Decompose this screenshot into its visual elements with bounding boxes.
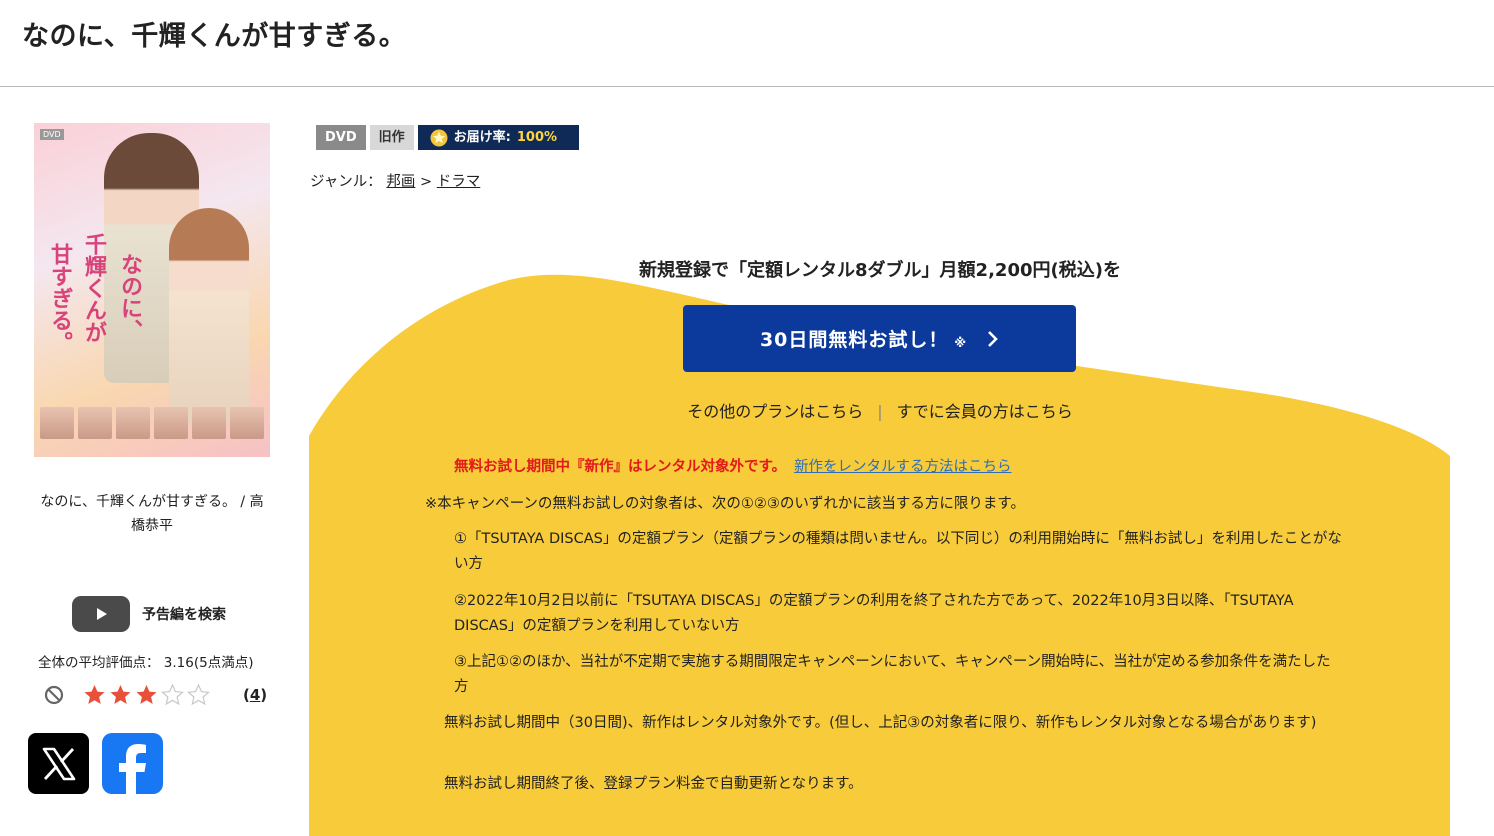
review-count-link[interactable]: (4) bbox=[243, 686, 267, 704]
facebook-logo-icon bbox=[118, 744, 146, 794]
trailer-search-label: 予告編を検索 bbox=[142, 607, 226, 623]
rating-row: (4) bbox=[44, 683, 267, 707]
cover-title-line2: 千輝くんが bbox=[81, 233, 107, 343]
condition-item: ②2022年10月2日以前に「TSUTAYA DISCAS」の定額プランの利用を… bbox=[454, 593, 1294, 634]
dvd-cover-image[interactable]: DVD 甘すぎる。 千輝くんが なのに、 bbox=[34, 123, 270, 457]
status-badge: 旧作 bbox=[369, 125, 414, 150]
genre-separator: > bbox=[420, 174, 433, 190]
free-trial-button[interactable]: 30日間無料お試し！ ※ bbox=[683, 305, 1076, 372]
share-x-button[interactable] bbox=[28, 733, 89, 794]
campaign-headline: 新規登録で「定額レンタル8ダブル」月額2,200円(税込)を bbox=[639, 260, 1121, 281]
dvd-logo: DVD bbox=[40, 129, 64, 140]
average-rating: 全体の平均評価点： 3.16(5点満点) bbox=[38, 655, 254, 671]
star-empty-icon bbox=[187, 683, 210, 706]
new-release-warning: 無料お試し期間中『新作』はレンタル対象外です。 新作をレンタルする方法はこちら bbox=[454, 455, 1012, 476]
badge-row: DVD 旧作 お届け率: 100% bbox=[316, 125, 579, 150]
genre-link-drama[interactable]: ドラマ bbox=[437, 174, 481, 190]
star-filled-icon bbox=[110, 685, 131, 704]
genre-breadcrumb: ジャンル： 邦画 > ドラマ bbox=[310, 170, 480, 191]
warning-text: 無料お試し期間中『新作』はレンタル対象外です。 bbox=[454, 459, 787, 475]
new-release-rental-link[interactable]: 新作をレンタルする方法はこちら bbox=[794, 459, 1012, 475]
format-badge: DVD bbox=[316, 125, 366, 150]
x-logo-icon bbox=[42, 747, 75, 780]
trial-note: 無料お試し期間中（30日間)、新作はレンタル対象外です。(但し、上記③の対象者に… bbox=[444, 715, 1317, 731]
genre-label: ジャンル： bbox=[310, 174, 382, 190]
cover-title-line3: なのに、 bbox=[117, 253, 143, 341]
plan-links-separator: | bbox=[877, 402, 883, 421]
delivery-rate-badge: お届け率: 100% bbox=[417, 125, 579, 150]
delivery-rate-value: 100% bbox=[516, 130, 558, 145]
free-trial-label: 30日間無料お試し！ bbox=[759, 329, 949, 351]
conditions-intro: ※本キャンペーンの無料お試しの対象者は、次の①②③のいずれかに該当する方に限りま… bbox=[425, 496, 1025, 512]
free-trial-note-mark: ※ bbox=[954, 335, 968, 350]
other-plans-link[interactable]: その他のプランはこちら bbox=[687, 402, 863, 421]
member-login-link[interactable]: すでに会員の方はこちら bbox=[897, 402, 1073, 421]
trial-note: 無料お試し期間終了後、登録プラン料金で自動更新となります。 bbox=[444, 776, 863, 792]
star-filled-icon bbox=[136, 685, 157, 704]
cover-cast-thumbnails bbox=[40, 407, 264, 439]
product-caption: なのに、千輝くんが甘すぎる。 / 高橋恭平 bbox=[40, 494, 264, 534]
star-filled-icon bbox=[84, 685, 105, 704]
trailer-search-button[interactable]: 予告編を検索 bbox=[72, 596, 226, 632]
condition-item: ①「TSUTAYA DISCAS」の定額プラン（定額プランの種類は問いません。以… bbox=[454, 531, 1342, 572]
title-divider bbox=[0, 86, 1494, 87]
star-medal-icon bbox=[430, 129, 448, 146]
page-title: なのに、千輝くんが甘すぎる。 bbox=[22, 21, 407, 52]
share-facebook-button[interactable] bbox=[102, 733, 163, 794]
star-empty-icon bbox=[161, 683, 184, 706]
cover-title-line1: 甘すぎる。 bbox=[47, 243, 73, 353]
prohibited-icon[interactable] bbox=[44, 685, 64, 705]
chevron-right-icon bbox=[988, 330, 998, 347]
condition-item: ③上記①②のほか、当社が不定期で実施する期間限定キャンペーンにおいて、キャンペー… bbox=[454, 654, 1331, 695]
star-rating bbox=[82, 683, 211, 707]
genre-link-houga[interactable]: 邦画 bbox=[386, 174, 415, 190]
plan-links: その他のプランはこちら | すでに会員の方はこちら bbox=[310, 398, 1450, 422]
youtube-play-icon bbox=[72, 596, 130, 632]
